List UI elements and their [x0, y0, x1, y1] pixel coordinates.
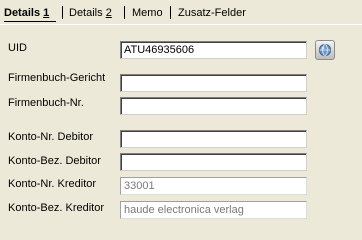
tab-details-1[interactable]: Details 1 — [4, 7, 49, 20]
tab-details-1-label: Details — [4, 7, 44, 19]
konto-nr-kreditor-field[interactable]: 33001 — [120, 177, 307, 195]
tab-details-1-key: 1 — [43, 7, 50, 19]
globe-lookup-icon — [318, 43, 332, 57]
tab-details-2-key: 2 — [105, 7, 112, 19]
firmenbuch-gericht-field[interactable] — [120, 74, 307, 92]
tab-details-2-label: Details — [69, 7, 106, 19]
firmenbuch-nr-label: Firmenbuch-Nr. — [8, 97, 84, 109]
konto-nr-debitor-label: Konto-Nr. Debitor — [8, 131, 93, 143]
konto-bez-kreditor-label: Konto-Bez. Kreditor — [8, 202, 104, 214]
tab-separator — [170, 6, 171, 19]
konto-nr-debitor-field[interactable] — [120, 130, 307, 148]
konto-bez-debitor-field[interactable] — [120, 153, 307, 171]
tab-separator — [62, 6, 63, 19]
konto-nr-kreditor-label: Konto-Nr. Kreditor — [8, 178, 97, 190]
tab-divider-line — [0, 24, 362, 25]
uid-field[interactable]: ATU46935606 — [120, 41, 307, 59]
firmenbuch-gericht-label: Firmenbuch-Gericht — [8, 72, 106, 84]
tab-bar: Details 1 Details 2 Memo Zusatz-Felder — [0, 0, 362, 25]
active-tab-indicator — [4, 21, 56, 22]
tab-memo[interactable]: Memo — [132, 7, 163, 20]
firmenbuch-nr-field[interactable] — [120, 97, 307, 115]
konto-bez-debitor-label: Konto-Bez. Debitor — [8, 155, 101, 167]
tab-separator — [124, 6, 125, 19]
tab-details-2[interactable]: Details 2 — [69, 7, 112, 20]
konto-bez-kreditor-field[interactable]: haude electronica verlag — [120, 201, 307, 219]
uid-lookup-button[interactable] — [315, 40, 335, 60]
tab-zusatz-felder[interactable]: Zusatz-Felder — [178, 7, 246, 20]
uid-label: UID — [8, 42, 27, 54]
